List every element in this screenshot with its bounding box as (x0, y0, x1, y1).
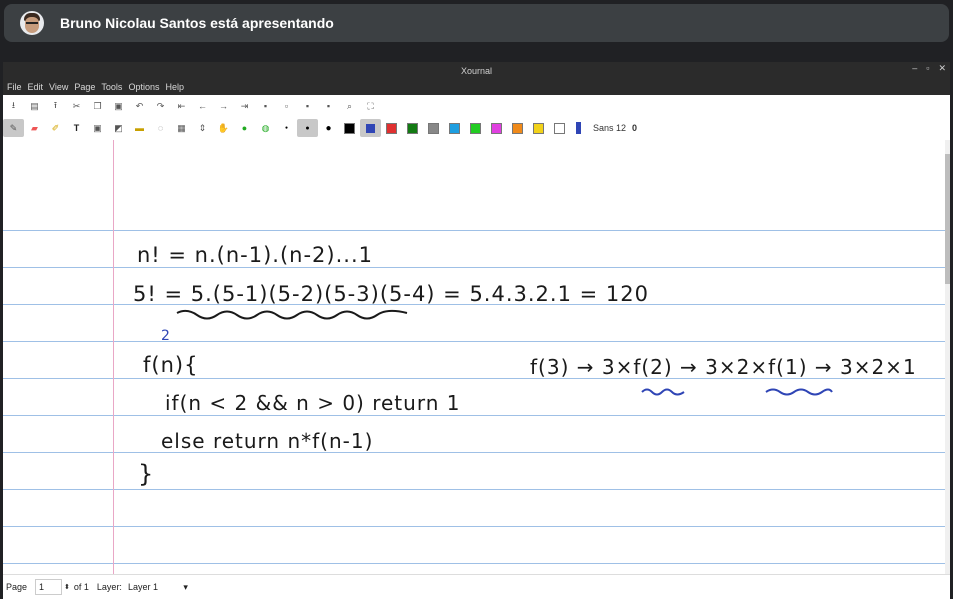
zoom-in-icon[interactable]: ▪ (318, 97, 339, 115)
menu-options[interactable]: Options (128, 82, 159, 92)
color-white-swatch[interactable] (554, 122, 565, 134)
menu-file[interactable]: File (7, 82, 22, 92)
copy-icon[interactable]: ❐ (87, 97, 108, 115)
font-button[interactable]: Sans 12 (593, 123, 626, 133)
fullscreen-icon[interactable]: ⛶ (360, 97, 381, 115)
eraser-icon[interactable]: ▰ (24, 119, 45, 137)
menubar: File Edit View Page Tools Options Help (3, 79, 950, 95)
ink-recursion-chain: f(3) → 3×f(2) → 3×2×f(1) → 3×2×1 (530, 355, 917, 379)
window-titlebar: Xournal – ▫ ✕ (3, 62, 950, 79)
paste-icon[interactable]: ▣ (108, 97, 129, 115)
close-button[interactable]: ✕ (938, 63, 946, 74)
page-label: Page (6, 582, 28, 592)
ruled-line (3, 230, 950, 231)
chevron-down-icon: ▾ (183, 581, 188, 592)
ruled-line (3, 489, 950, 490)
zoom-width-icon[interactable]: ▪ (297, 97, 318, 115)
search-icon[interactable]: ⌕ (339, 97, 360, 115)
tools-toolbar: ✎ ▰ ✐ T ▣ ◩ ▬ ◌ ▦ ⇕ ✋ ● ◍ ● ● ● Sans 12 … (3, 117, 950, 139)
font-extra-label: 0 (632, 123, 638, 133)
window-controls: – ▫ ✕ (912, 63, 946, 74)
new-page-icon[interactable]: ▤ (24, 97, 45, 115)
zoom-100-icon[interactable]: ▫ (276, 97, 297, 115)
ink-code-line-1: f(n){ (143, 353, 199, 377)
vertical-space-icon[interactable]: ⇕ (192, 119, 213, 137)
scrollbar-thumb[interactable] (945, 154, 950, 284)
image-tool-icon[interactable]: ▣ (87, 119, 108, 137)
page-count-label: of 1 (73, 582, 89, 592)
ruled-line (3, 563, 950, 564)
first-page-icon[interactable]: ⇤ (171, 97, 192, 115)
default-pen-icon[interactable]: ● (234, 119, 255, 137)
ruled-line (3, 415, 950, 416)
ruled-line (3, 452, 950, 453)
ink-blue-squiggle-1 (641, 388, 685, 396)
color-black-swatch[interactable] (344, 122, 355, 134)
minimize-button[interactable]: – (912, 63, 917, 74)
ink-blue-squiggle-2 (765, 388, 833, 396)
statusbar: Page 1 ⬍ of 1 Layer: Layer 1 ▾ (3, 574, 950, 599)
lasso-select-icon[interactable]: ◌ (150, 119, 171, 137)
menu-edit[interactable]: Edit (28, 82, 44, 92)
menu-page[interactable]: Page (74, 82, 95, 92)
save-icon[interactable]: ⭳ (3, 97, 24, 115)
xournal-window: Xournal – ▫ ✕ File Edit View Page Tools … (3, 62, 950, 599)
color-red-swatch[interactable] (386, 122, 397, 134)
page-spinner-icon[interactable]: ⬍ (64, 583, 70, 591)
ink-underline-squiggle (176, 309, 408, 320)
thickness-thick-icon[interactable]: ● (318, 119, 339, 137)
color-lightblue-swatch[interactable] (449, 122, 460, 134)
color-lightgreen-swatch[interactable] (470, 122, 481, 134)
layer-select[interactable]: Layer 1 ▾ (128, 580, 188, 594)
avatar (20, 11, 44, 35)
color-blue-swatch-selected[interactable] (360, 119, 381, 137)
ink-code-line-4: } (138, 460, 155, 488)
undo-icon[interactable]: ↶ (129, 97, 150, 115)
color-yellow-swatch[interactable] (533, 122, 544, 134)
color-gray-swatch[interactable] (428, 122, 439, 134)
next-page-icon[interactable]: → (213, 97, 234, 115)
presenter-text: Bruno Nicolau Santos está apresentando (60, 15, 334, 31)
menu-view[interactable]: View (49, 82, 68, 92)
window-title: Xournal (460, 65, 493, 76)
layer-label: Layer: (96, 582, 122, 592)
default-tool-icon[interactable]: ◍ (255, 119, 276, 137)
main-toolbar: ⭳ ▤ ⭱ ✂ ❐ ▣ ↶ ↷ ⇤ ← → ⇥ ▪ ▫ ▪ ▪ ⌕ ⛶ (3, 95, 950, 117)
thickness-medium-icon[interactable]: ● (297, 119, 318, 137)
page-number-input[interactable]: 1 (35, 579, 63, 595)
rect-select-icon[interactable]: ▦ (171, 119, 192, 137)
hand-icon[interactable]: ✋ (213, 119, 234, 137)
layer-select-value: Layer 1 (127, 582, 158, 592)
redo-icon[interactable]: ↷ (150, 97, 171, 115)
thickness-fine-icon[interactable]: ● (276, 119, 297, 137)
color-orange-swatch[interactable] (512, 122, 523, 134)
menu-help[interactable]: Help (165, 82, 184, 92)
presenter-bar: Bruno Nicolau Santos está apresentando (4, 4, 949, 42)
ruled-line (3, 341, 950, 342)
ink-code-line-2: if(n < 2 && n > 0) return 1 (165, 391, 461, 415)
zoom-out-icon[interactable]: ▪ (255, 97, 276, 115)
export-icon[interactable]: ⭱ (45, 97, 66, 115)
ink-factorial-definition: n! = n.(n-1).(n-2)...1 (137, 243, 373, 267)
margin-line (113, 140, 114, 574)
ink-superscript: 2 (161, 328, 171, 344)
pen-icon[interactable]: ✎ (3, 119, 24, 137)
ruled-line (3, 267, 950, 268)
previous-page-icon[interactable]: ← (192, 97, 213, 115)
page-canvas[interactable]: n! = n.(n-1).(n-2)...1 5! = 5.(5-1)(5-2)… (3, 140, 950, 574)
maximize-button[interactable]: ▫ (926, 63, 929, 74)
highlighter-icon[interactable]: ✐ (45, 119, 66, 137)
text-tool-icon[interactable]: T (66, 119, 87, 137)
ruled-line (3, 526, 950, 527)
menu-tools[interactable]: Tools (101, 82, 122, 92)
cut-icon[interactable]: ✂ (66, 97, 87, 115)
color-magenta-swatch[interactable] (491, 122, 502, 134)
color-green-swatch[interactable] (407, 122, 418, 134)
last-page-icon[interactable]: ⇥ (234, 97, 255, 115)
current-color-indicator (576, 122, 581, 134)
shape-icon[interactable]: ◩ (108, 119, 129, 137)
ruler-icon[interactable]: ▬ (129, 119, 150, 137)
ink-factorial-example: 5! = 5.(5-1)(5-2)(5-3)(5-4) = 5.4.3.2.1 … (133, 282, 649, 306)
ink-code-line-3: else return n*f(n-1) (161, 429, 374, 453)
